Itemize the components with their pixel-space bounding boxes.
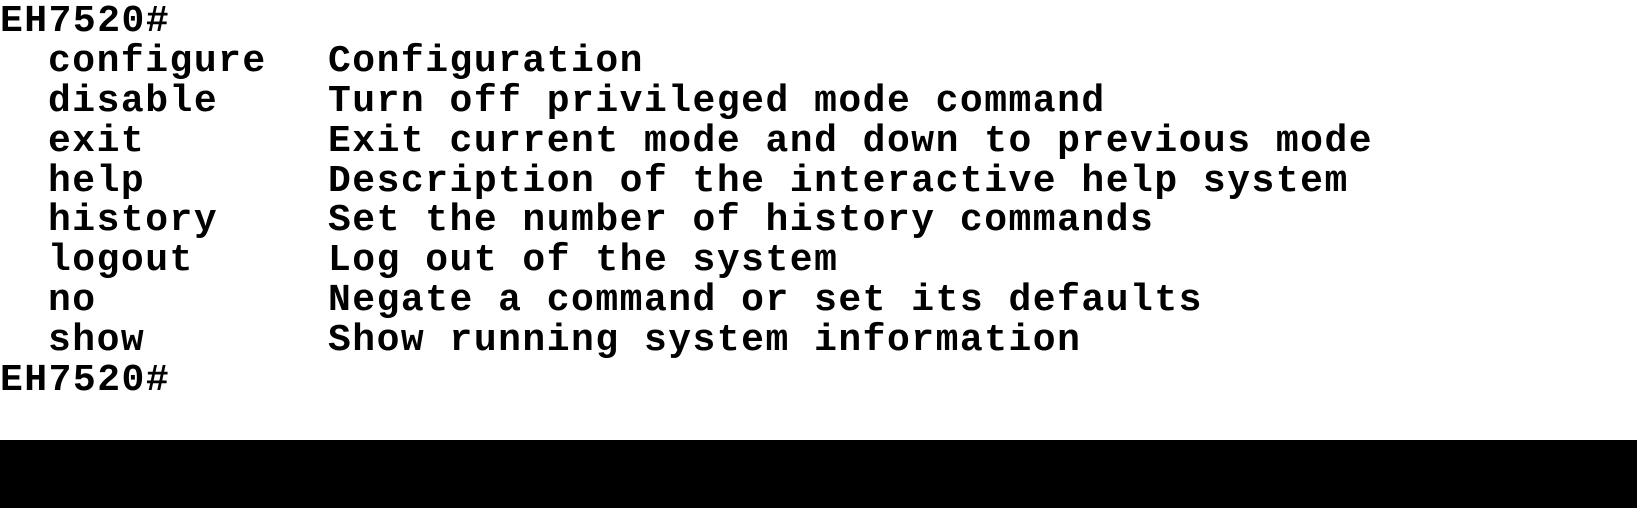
cli-command-name: disable [48, 82, 328, 122]
cli-command-name: configure [48, 42, 328, 82]
cli-command-name: help [48, 162, 328, 202]
cli-help-row: logout Log out of the system [0, 241, 1637, 281]
cli-command-desc: Log out of the system [328, 241, 1637, 281]
cli-help-row: configure Configuration [0, 42, 1637, 82]
indent [0, 122, 48, 162]
cli-command-name: logout [48, 241, 328, 281]
cli-command-desc: Show running system information [328, 321, 1637, 361]
cli-help-row: exit Exit current mode and down to previ… [0, 122, 1637, 162]
cli-command-desc: Negate a command or set its defaults [328, 281, 1637, 321]
indent [0, 321, 48, 361]
cli-help-row: history Set the number of history comman… [0, 201, 1637, 241]
cli-help-row: disable Turn off privileged mode command [0, 82, 1637, 122]
indent [0, 82, 48, 122]
cli-terminal[interactable]: EH7520# configure Configuration disable … [0, 0, 1637, 440]
cli-command-desc: Set the number of history commands [328, 201, 1637, 241]
cli-help-row: help Description of the interactive help… [0, 162, 1637, 202]
cli-prompt-top: EH7520# [0, 2, 1637, 42]
cli-prompt-bottom: EH7520# [0, 361, 1637, 401]
indent [0, 42, 48, 82]
cli-command-name: no [48, 281, 328, 321]
cli-help-row: show Show running system information [0, 321, 1637, 361]
cli-command-desc: Configuration [328, 42, 1637, 82]
cli-command-desc: Description of the interactive help syst… [328, 162, 1637, 202]
indent [0, 162, 48, 202]
cli-command-name: exit [48, 122, 328, 162]
indent [0, 201, 48, 241]
cli-command-desc: Turn off privileged mode command [328, 82, 1637, 122]
cli-command-name: history [48, 201, 328, 241]
cli-command-name: show [48, 321, 328, 361]
indent [0, 281, 48, 321]
cli-command-desc: Exit current mode and down to previous m… [328, 122, 1637, 162]
cli-help-row: no Negate a command or set its defaults [0, 281, 1637, 321]
indent [0, 241, 48, 281]
